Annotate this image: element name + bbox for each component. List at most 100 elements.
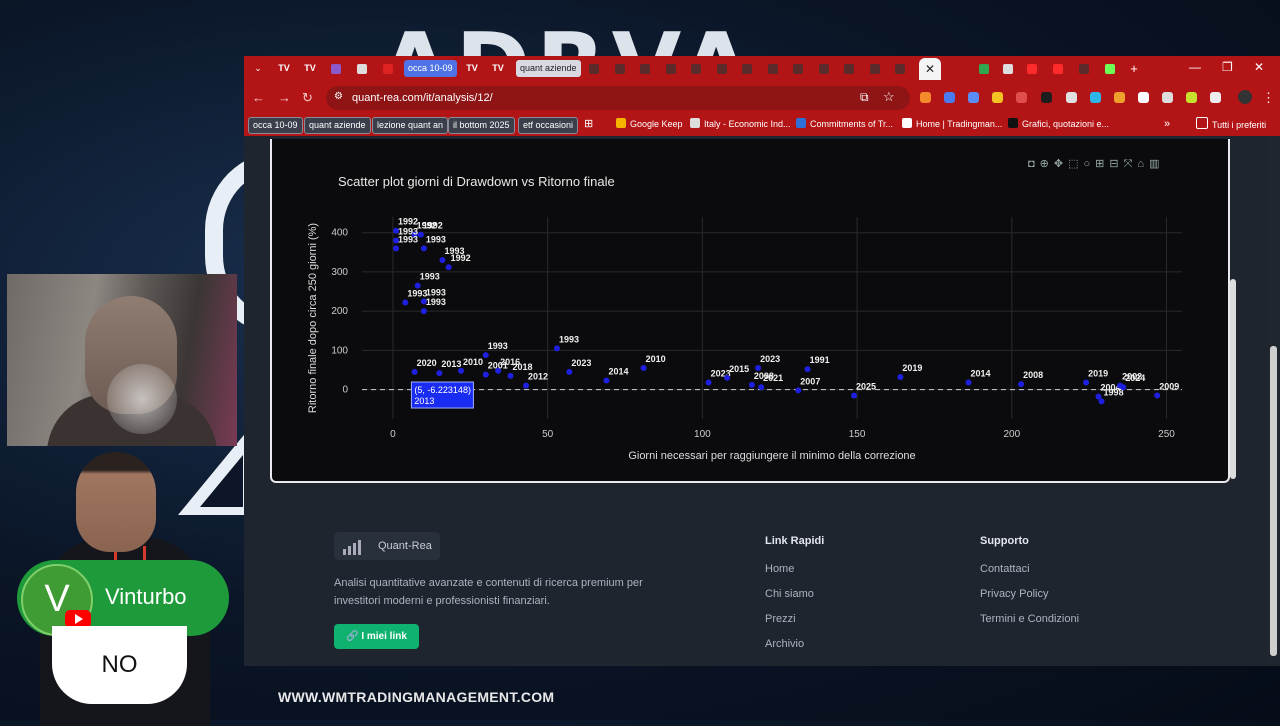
profile-avatar[interactable] [1238, 90, 1252, 104]
tab-site-3[interactable] [328, 60, 344, 77]
tab-gray-10[interactable] [816, 60, 832, 77]
close-window-icon[interactable]: ✕ [1254, 60, 1264, 74]
footer-link-privacy[interactable]: Privacy Policy [980, 588, 1048, 600]
tab-gray-2[interactable] [612, 60, 628, 77]
point-label: 1993 [426, 297, 446, 307]
back-icon[interactable]: ← [252, 90, 265, 105]
tab-tradingview-2[interactable]: TV [302, 60, 318, 77]
bookmark-il-bottom-2025[interactable]: il bottom 2025 [448, 117, 515, 134]
scatter-point [1083, 379, 1090, 386]
tab-favicon-icon [589, 63, 599, 74]
footer-link-prezzi[interactable]: Prezzi [765, 613, 796, 625]
tab-gray-9[interactable] [790, 60, 806, 77]
extension-8-icon[interactable] [1114, 92, 1125, 103]
tab-site-doc[interactable] [1000, 60, 1016, 77]
site-info-icon[interactable]: ⚙ [334, 91, 343, 102]
browser-menu-icon[interactable]: ⋮ [1262, 90, 1275, 106]
bookmark-lezione-quant[interactable]: lezione quant an [372, 117, 449, 134]
extension-1-icon[interactable] [920, 92, 931, 103]
point-label: 2025 [856, 381, 876, 391]
tab-site-4[interactable] [354, 60, 370, 77]
reload-icon[interactable]: ↻ [302, 90, 313, 106]
tab-site-5[interactable] [380, 60, 396, 77]
bookmark-commitments[interactable]: Commitments of Tr... [796, 117, 893, 132]
all-bookmarks-folder[interactable]: Tutti i preferiti [1196, 117, 1266, 132]
extension-10-icon[interactable] [1186, 92, 1197, 103]
tab-gray-13[interactable] [892, 60, 908, 77]
point-label: 2012 [528, 372, 548, 382]
tab-active-close-icon[interactable]: ✕ [919, 58, 941, 80]
tab-tradingview-1[interactable]: TV [276, 60, 292, 77]
tab-youtube-1[interactable] [1024, 60, 1040, 77]
tab-gray-3[interactable] [637, 60, 653, 77]
bookmark-google-keep[interactable]: Google Keep [616, 117, 683, 132]
x-tick-label: 100 [694, 429, 711, 440]
extension-shield-icon[interactable] [1162, 92, 1173, 103]
tab-menu-icon[interactable]: ⌄ [250, 60, 266, 77]
tab-gray-6[interactable] [714, 60, 730, 77]
bookmark-etf-occasioni[interactable]: etf occasioni [518, 117, 579, 134]
footer-link-home[interactable]: Home [765, 563, 794, 575]
bookmark-grafici[interactable]: Grafici, quotazioni e... [1008, 117, 1109, 132]
my-links-button[interactable]: 🔗 I miei link [334, 624, 419, 649]
tab-gray-11[interactable] [841, 60, 857, 77]
tab-tradingview-4[interactable]: TV [490, 60, 506, 77]
bookmark-star-icon[interactable]: ☆ [883, 89, 895, 105]
scatter-plot[interactable]: Scatter plot giorni di Drawdown vs Ritor… [272, 139, 1228, 481]
footer-link-termini[interactable]: Termini e Condizioni [980, 613, 1079, 625]
chart-scrollbar[interactable] [1230, 279, 1236, 479]
scatter-point [507, 372, 514, 379]
footer-logo[interactable]: Quant-Rea [334, 532, 440, 560]
apps-grid-icon[interactable]: ⊞ [584, 117, 593, 132]
point-label: 2018 [513, 362, 533, 372]
extension-9-icon[interactable] [1138, 92, 1149, 103]
footer-link-archivio[interactable]: Archivio [765, 638, 804, 650]
tab-site-star[interactable] [1102, 60, 1118, 77]
tab-gray-7[interactable] [739, 60, 755, 77]
omnibox[interactable]: ⚙ quant-rea.com/it/analysis/12/ ⧉ ☆ [326, 86, 910, 110]
scatter-point [482, 352, 489, 359]
extension-pen-icon[interactable] [1066, 92, 1077, 103]
webcam-smoke [107, 364, 177, 434]
point-label: 1993 [488, 341, 508, 351]
extension-5-icon[interactable] [1016, 92, 1027, 103]
maximize-icon[interactable]: ❐ [1222, 60, 1233, 74]
tab-occa-10-09[interactable]: occa 10-09 [404, 60, 457, 77]
minimize-icon[interactable]: — [1189, 60, 1201, 74]
footer-link-chi-siamo[interactable]: Chi siamo [765, 588, 814, 600]
x-tick-label: 250 [1158, 429, 1175, 440]
tab-gray-1[interactable] [586, 60, 602, 77]
bookmarks-overflow-icon[interactable]: » [1164, 117, 1170, 132]
tab-gray-4[interactable] [663, 60, 679, 77]
footer-link-contattaci[interactable]: Contattaci [980, 563, 1030, 575]
tab-gray-12[interactable] [867, 60, 883, 77]
bookmark-quant-aziende[interactable]: quant aziende [304, 117, 371, 134]
bookmark-label: Commitments of Tr... [810, 119, 894, 129]
chart-logo-icon [343, 540, 361, 555]
page-scrollbar-thumb[interactable] [1270, 346, 1277, 656]
extension-6-icon[interactable] [1041, 92, 1052, 103]
tab-gray-8[interactable] [765, 60, 781, 77]
tab-favicon-icon [869, 63, 880, 74]
bookmark-occa-10-09[interactable]: occa 10-09 [248, 117, 303, 134]
page-scrollbar[interactable] [1268, 136, 1280, 666]
tab-youtube-2[interactable] [1050, 60, 1066, 77]
tab-gray-5[interactable] [688, 60, 704, 77]
point-label: 1993 [398, 234, 418, 244]
tab-site-gray[interactable] [1076, 60, 1092, 77]
bookmark-home-tradingman[interactable]: Home | Tradingman... [902, 117, 1002, 132]
forward-icon[interactable]: → [278, 90, 291, 105]
point-label: 2013 [441, 359, 461, 369]
extension-4-icon[interactable] [992, 92, 1003, 103]
url-text[interactable]: quant-rea.com/it/analysis/12/ [352, 92, 493, 104]
extension-3-icon[interactable] [968, 92, 979, 103]
install-app-icon[interactable]: ⧉ [860, 90, 869, 105]
bookmark-italy-economic[interactable]: Italy - Economic Ind... [690, 117, 791, 132]
extension-7-icon[interactable] [1090, 92, 1101, 103]
tab-site-green[interactable] [976, 60, 992, 77]
new-tab-button[interactable]: + [1126, 60, 1142, 77]
extensions-puzzle-icon[interactable] [1210, 92, 1221, 103]
tab-quant-aziende[interactable]: quant aziende [516, 60, 581, 77]
tab-tradingview-3[interactable]: TV [464, 60, 480, 77]
extension-2-icon[interactable] [944, 92, 955, 103]
